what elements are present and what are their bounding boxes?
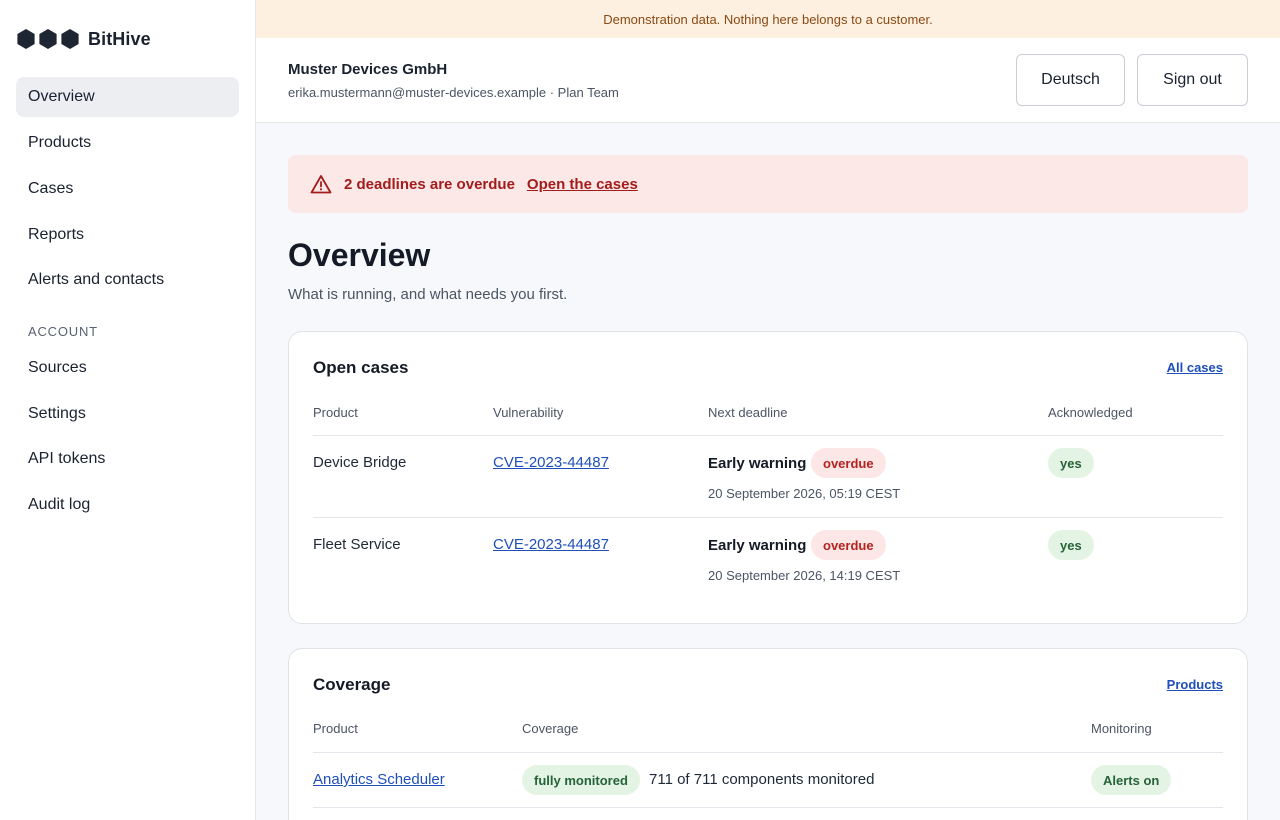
monitoring-badge: Alerts on xyxy=(1091,765,1172,795)
sidebar-item-audit-log[interactable]: Audit log xyxy=(16,485,239,525)
open-cases-card: Open cases All cases Product Vulnerabili… xyxy=(288,331,1248,624)
column-header-product: Product xyxy=(313,721,358,736)
column-header-product: Product xyxy=(313,405,358,420)
language-button[interactable]: Deutsch xyxy=(1016,54,1125,106)
divider xyxy=(313,752,1223,753)
column-header-coverage: Coverage xyxy=(522,721,579,736)
overdue-alert: 2 deadlines are overdue Open the cases xyxy=(288,155,1248,213)
deadline-label: Early warning xyxy=(708,455,807,472)
column-header-monitoring: Monitoring xyxy=(1091,721,1152,736)
alert-message: 2 deadlines are overdue xyxy=(344,175,515,193)
sidebar: BitHive Overview Products Cases Reports … xyxy=(0,0,256,820)
acknowledged-badge: yes xyxy=(1048,530,1094,560)
divider xyxy=(313,517,1223,518)
bithive-logo-icon xyxy=(16,29,80,49)
column-header-next-deadline: Next deadline xyxy=(708,405,788,420)
deadline-date: 20 September 2026, 05:19 CEST xyxy=(708,486,901,501)
organization-name: Muster Devices GmbH xyxy=(288,61,448,78)
sidebar-section-account: ACCOUNT xyxy=(28,324,98,339)
sidebar-item-overview[interactable]: Overview xyxy=(16,77,239,117)
coverage-status-badge: fully monitored xyxy=(522,765,640,795)
sidebar-item-reports[interactable]: Reports xyxy=(16,215,239,255)
product-name: Fleet Service xyxy=(313,536,401,553)
sidebar-item-products[interactable]: Products xyxy=(16,123,239,163)
overdue-badge: overdue xyxy=(811,530,886,560)
warning-triangle-icon xyxy=(310,175,332,194)
sign-out-button[interactable]: Sign out xyxy=(1137,54,1248,106)
all-cases-link[interactable]: All cases xyxy=(1167,360,1223,375)
brand[interactable]: BitHive xyxy=(16,27,151,51)
sidebar-item-sources[interactable]: Sources xyxy=(16,348,239,388)
sidebar-item-api-tokens[interactable]: API tokens xyxy=(16,439,239,479)
card-title: Coverage xyxy=(313,675,391,694)
sidebar-item-settings[interactable]: Settings xyxy=(16,394,239,434)
column-header-vulnerability: Vulnerability xyxy=(493,405,564,420)
vulnerability-link[interactable]: CVE-2023-44487 xyxy=(493,454,609,471)
overdue-badge: overdue xyxy=(811,448,886,478)
demo-banner: Demonstration data. Nothing here belongs… xyxy=(256,0,1280,38)
brand-name: BitHive xyxy=(88,28,151,49)
product-link[interactable]: Analytics Scheduler xyxy=(313,771,445,788)
top-header: Muster Devices GmbH erika.mustermann@mus… xyxy=(256,38,1280,123)
sidebar-item-alerts-and-contacts[interactable]: Alerts and contacts xyxy=(16,260,239,300)
page-title: Overview xyxy=(288,237,431,273)
vulnerability-link[interactable]: CVE-2023-44487 xyxy=(493,536,609,553)
deadline-label: Early warning xyxy=(708,537,807,554)
open-cases-link[interactable]: Open the cases xyxy=(527,176,638,193)
divider xyxy=(313,435,1223,436)
coverage-text: 711 of 711 components monitored xyxy=(649,771,875,788)
deadline-date: 20 September 2026, 14:19 CEST xyxy=(708,568,901,583)
acknowledged-badge: yes xyxy=(1048,448,1094,478)
coverage-card: Coverage Products Product Coverage Monit… xyxy=(288,648,1248,820)
sidebar-item-cases[interactable]: Cases xyxy=(16,169,239,209)
divider xyxy=(313,807,1223,808)
card-title: Open cases xyxy=(313,358,409,377)
products-link[interactable]: Products xyxy=(1167,677,1223,692)
account-info: erika.mustermann@muster-devices.example … xyxy=(288,85,619,100)
column-header-acknowledged: Acknowledged xyxy=(1048,405,1133,420)
page-subtitle: What is running, and what needs you firs… xyxy=(288,286,568,303)
product-name: Device Bridge xyxy=(313,454,407,471)
